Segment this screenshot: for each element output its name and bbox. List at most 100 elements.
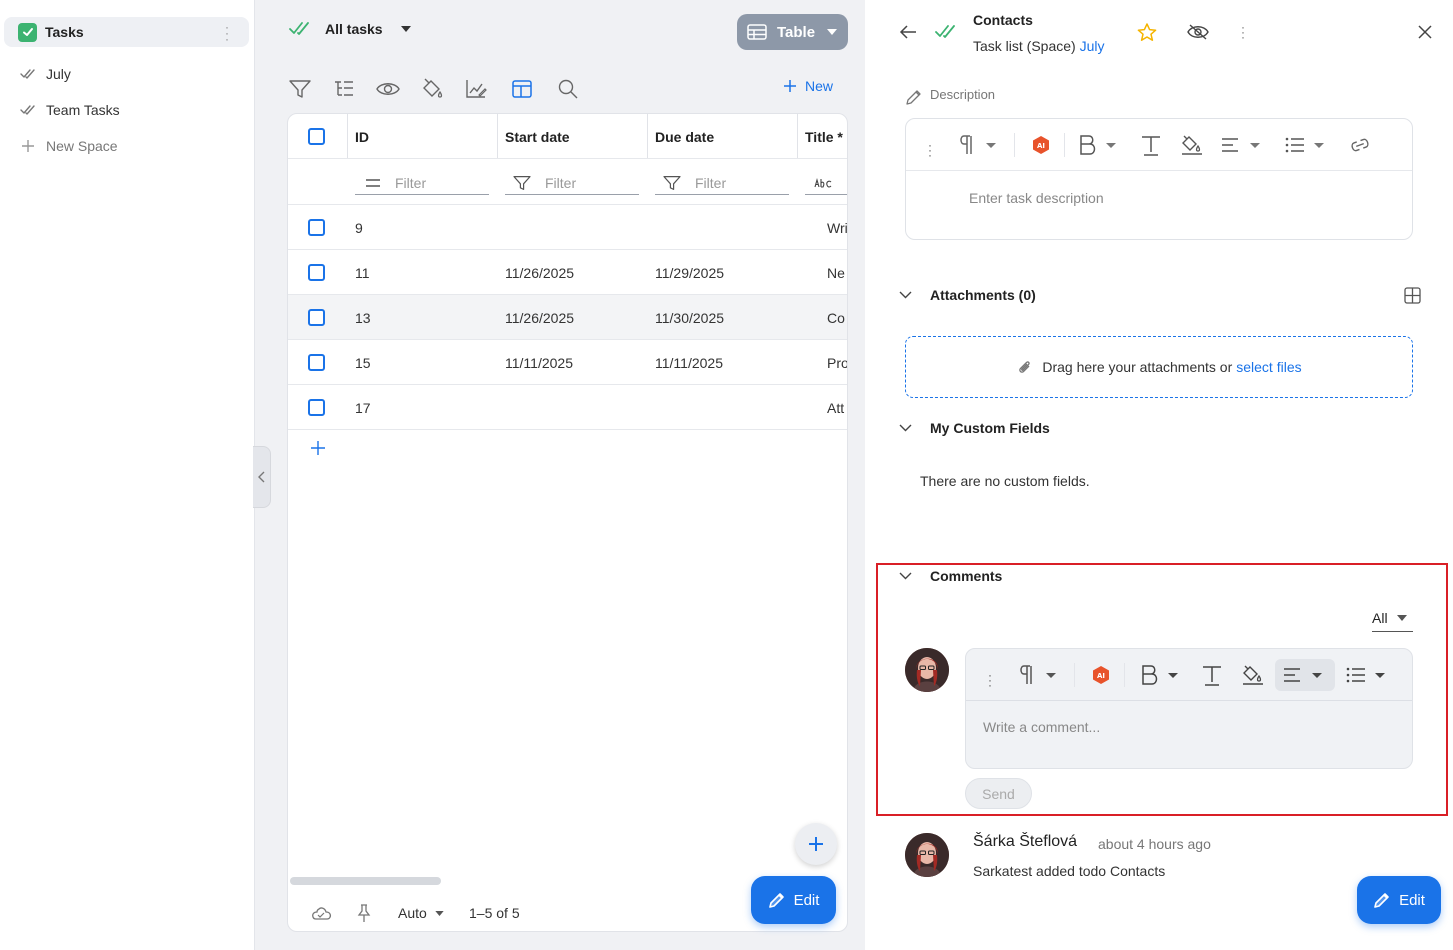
title-filter-input[interactable]	[805, 171, 847, 195]
comments-label: Comments	[930, 568, 1003, 584]
filter-placeholder: Filter	[545, 174, 577, 191]
task-location-link[interactable]: July	[1080, 38, 1105, 54]
back-arrow-icon[interactable]	[899, 24, 917, 40]
caret-down-icon	[435, 910, 444, 916]
more-vertical-icon[interactable]: · · ·	[1241, 21, 1245, 43]
comments-filter-value: All	[1372, 609, 1388, 626]
double-check-icon[interactable]	[935, 23, 957, 41]
attachments-section-toggle[interactable]: Attachments (0)	[899, 287, 1036, 303]
horizontal-scrollbar[interactable]	[290, 877, 441, 885]
more-vertical-icon[interactable]: · · ·	[928, 136, 932, 164]
edit-button[interactable]: Edit	[751, 876, 836, 924]
link-icon[interactable]	[1349, 131, 1371, 159]
bold-dropdown[interactable]	[1140, 661, 1184, 689]
column-header-due-date[interactable]: Due date	[655, 114, 714, 159]
row-checkbox[interactable]	[308, 250, 325, 295]
edit-label: Edit	[1399, 891, 1425, 909]
close-icon[interactable]	[1418, 25, 1432, 39]
sidebar-item-label: Team Tasks	[46, 102, 120, 118]
cell-id: 15	[355, 354, 371, 371]
more-vertical-icon[interactable]: · · ·	[225, 21, 229, 45]
sidebar-item-new-space[interactable]: New Space	[20, 134, 118, 158]
column-header-id[interactable]: ID	[355, 114, 369, 159]
id-filter-input[interactable]: Filter	[355, 171, 489, 195]
bold-dropdown[interactable]	[1078, 131, 1122, 159]
description-label: Description	[930, 87, 996, 102]
table-row[interactable]: 11 11/26/2025 11/29/2025 Ne	[288, 250, 847, 295]
custom-fields-section-toggle[interactable]: My Custom Fields	[899, 420, 1050, 436]
row-checkbox[interactable]	[308, 340, 325, 385]
eye-icon[interactable]	[376, 77, 400, 101]
sidebar-item-tasks[interactable]: Tasks · · ·	[4, 17, 249, 47]
align-left-icon	[1222, 138, 1260, 152]
ai-assistant-icon[interactable]: AI	[1032, 131, 1050, 159]
column-header-title[interactable]: Title *	[805, 114, 843, 159]
highlight-color-icon[interactable]	[1241, 661, 1265, 689]
view-type-switcher[interactable]: Table	[737, 14, 848, 50]
send-comment-button[interactable]: Send	[965, 778, 1032, 809]
filter-icon[interactable]	[288, 77, 312, 101]
align-dropdown[interactable]	[1220, 131, 1266, 159]
column-header-start-date[interactable]: Start date	[505, 114, 570, 159]
text-style-icon[interactable]	[1140, 131, 1162, 159]
table-row[interactable]: 17 Att	[288, 385, 847, 430]
task-table: ID Start date Due date Title * Filter Fi…	[287, 113, 848, 932]
comments-filter-select[interactable]: All	[1372, 604, 1413, 632]
list-dropdown[interactable]	[1345, 661, 1391, 689]
bulleted-list-icon	[1346, 667, 1385, 683]
grid-view-icon[interactable]	[1404, 287, 1421, 304]
cell-id: 13	[355, 309, 371, 326]
plus-icon	[22, 140, 34, 152]
more-vertical-icon[interactable]: · · ·	[988, 666, 992, 694]
attachments-drop-zone[interactable]: Drag here your attachments or select fil…	[905, 336, 1413, 398]
cell-title: Pro	[827, 354, 848, 371]
collapse-sidebar-handle[interactable]	[253, 446, 271, 508]
sidebar-item-july[interactable]: July	[20, 62, 71, 86]
chart-edit-icon[interactable]	[464, 77, 488, 101]
layout-icon[interactable]	[510, 77, 534, 101]
row-checkbox[interactable]	[308, 295, 325, 340]
svg-text:AI: AI	[1037, 142, 1045, 150]
select-files-link[interactable]: select files	[1236, 359, 1301, 375]
ai-assistant-icon[interactable]: AI	[1092, 661, 1110, 689]
cloud-icon[interactable]	[310, 905, 332, 921]
select-all-checkbox[interactable]	[308, 114, 325, 159]
view-selector[interactable]: All tasks	[289, 20, 411, 38]
description-toolbar: · · · AI	[906, 119, 1412, 171]
row-height-select[interactable]: Auto	[398, 905, 444, 921]
chevron-down-icon	[899, 424, 912, 432]
edit-button[interactable]: Edit	[1357, 876, 1441, 924]
add-row-button[interactable]	[310, 440, 326, 456]
align-dropdown[interactable]	[1275, 659, 1335, 691]
eye-off-icon[interactable]	[1187, 24, 1209, 40]
comment-editor[interactable]: · · · AI Write a comment...	[965, 648, 1413, 769]
sidebar-item-team-tasks[interactable]: Team Tasks	[20, 98, 120, 122]
due-date-filter-input[interactable]: Filter	[655, 171, 789, 195]
filter-icon	[663, 175, 681, 190]
table-row[interactable]: 13 11/26/2025 11/30/2025 Co	[288, 295, 847, 340]
star-icon[interactable]	[1137, 23, 1157, 42]
paragraph-format-dropdown[interactable]	[958, 131, 998, 159]
add-task-fab[interactable]	[795, 823, 837, 865]
chevron-down-icon	[899, 572, 912, 580]
start-date-filter-input[interactable]: Filter	[505, 171, 639, 195]
table-row[interactable]: 9 Wri	[288, 205, 847, 250]
pin-icon[interactable]	[356, 903, 372, 923]
row-checkbox[interactable]	[308, 385, 325, 430]
row-checkbox[interactable]	[308, 205, 325, 250]
text-filter-icon	[814, 177, 832, 188]
new-task-button[interactable]: New	[783, 78, 833, 94]
list-dropdown[interactable]	[1284, 131, 1330, 159]
double-check-icon	[20, 105, 35, 115]
paint-bucket-icon[interactable]	[420, 77, 444, 101]
text-style-icon[interactable]	[1201, 661, 1223, 689]
paragraph-format-dropdown[interactable]	[1018, 661, 1058, 689]
description-editor[interactable]: · · · AI Enter task description	[905, 118, 1413, 240]
double-check-icon	[289, 22, 309, 35]
search-icon[interactable]	[556, 77, 580, 101]
highlight-color-icon[interactable]	[1180, 131, 1204, 159]
comments-section-toggle[interactable]: Comments	[899, 568, 1002, 584]
table-row[interactable]: 15 11/11/2025 11/11/2025 Pro	[288, 340, 848, 385]
cell-title: Ne	[827, 264, 845, 281]
tree-list-icon[interactable]	[332, 77, 356, 101]
